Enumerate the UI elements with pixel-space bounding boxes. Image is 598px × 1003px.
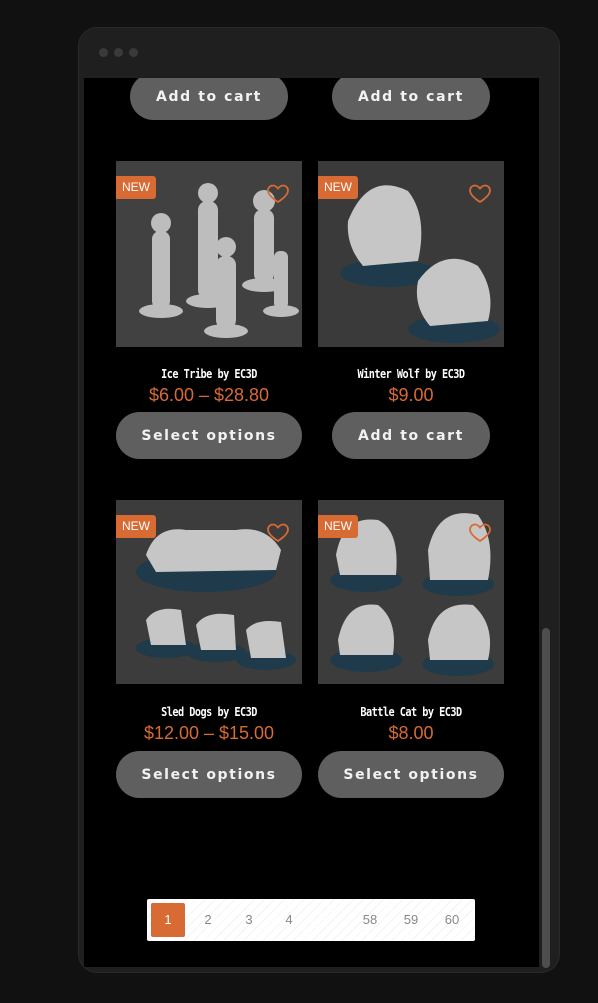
product-price: $8.00 [388,723,434,743]
select-options-button[interactable]: Select options [116,412,302,459]
heart-icon[interactable] [266,181,290,205]
page-link[interactable]: 59 [394,903,428,937]
product-title[interactable]: Sled Dogs by EC3D [130,705,288,719]
new-badge: NEW [318,515,358,538]
product-image[interactable]: NEW [116,161,302,347]
add-to-cart-button[interactable]: Add to cart [130,78,288,120]
page-link-current[interactable]: 1 [151,903,185,937]
page-link[interactable]: 4 [272,903,306,937]
add-to-cart-button[interactable]: Add to cart [332,412,490,459]
new-badge: NEW [116,176,156,199]
product-price: $12.00 – $15.00 [143,723,275,743]
product-image[interactable]: NEW [318,500,504,684]
new-badge: NEW [116,515,156,538]
product-grid: Add to cart Add to cart NEW Ice Tribe by… [84,78,539,967]
heart-icon[interactable] [266,520,290,544]
product-price: $6.00 – $28.80 [148,385,270,405]
product-price: $9.00 [388,385,434,405]
product-title[interactable]: Winter Wolf by EC3D [332,367,490,381]
heart-icon[interactable] [468,520,492,544]
product-image[interactable]: NEW [318,161,504,347]
heart-icon[interactable] [468,181,492,205]
scrollbar-thumb[interactable] [542,628,550,968]
product-title[interactable]: Battle Cat by EC3D [332,705,490,719]
window-dot-maximize[interactable] [129,48,138,57]
new-badge: NEW [318,176,358,199]
select-options-button[interactable]: Select options [318,751,504,798]
page-link[interactable]: 2 [191,903,225,937]
page-link[interactable]: 3 [232,903,266,937]
page-link[interactable]: 60 [435,903,469,937]
window-titlebar [79,28,559,78]
browser-window: Add to cart Add to cart NEW Ice Tribe by… [79,28,559,972]
select-options-button[interactable]: Select options [116,751,302,798]
window-dot-close[interactable] [99,48,108,57]
product-image[interactable]: NEW [116,500,302,684]
product-title[interactable]: Ice Tribe by EC3D [130,367,288,381]
add-to-cart-button[interactable]: Add to cart [332,78,490,120]
window-dot-minimize[interactable] [114,48,123,57]
pagination: 1 2 3 4 58 59 60 [147,899,475,941]
page-link[interactable]: 58 [353,903,387,937]
